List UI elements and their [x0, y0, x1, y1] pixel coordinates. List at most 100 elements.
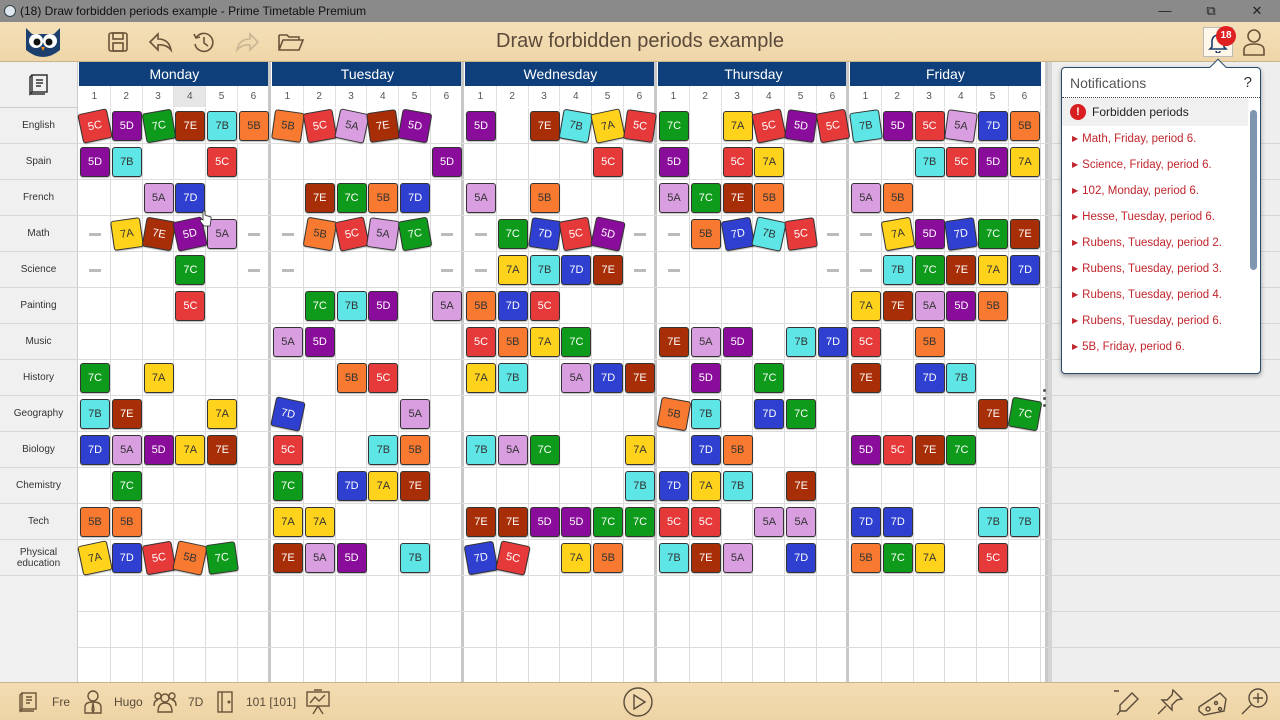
lesson-card[interactable]: 5D	[914, 219, 945, 249]
notification-item[interactable]: ▶ Math, Friday, period 6.	[1062, 126, 1260, 152]
subject-row-label[interactable]: Biology	[0, 432, 78, 468]
lesson-card[interactable]: 7D	[914, 363, 945, 393]
lesson-card[interactable]: 7E	[593, 255, 624, 285]
lesson-card[interactable]: 5D	[851, 435, 881, 465]
status-class[interactable]: 7D	[152, 691, 203, 713]
notification-item[interactable]: ▶ Science, Friday, period 6.	[1062, 152, 1260, 178]
lesson-card[interactable]: 5D	[882, 111, 913, 141]
lesson-card[interactable]: 5C	[495, 540, 531, 576]
lesson-card[interactable]: 5B	[271, 109, 305, 143]
lesson-card[interactable]: 7A	[625, 435, 655, 465]
subject-row-label[interactable]: Tech	[0, 504, 78, 540]
lesson-card[interactable]: 7E	[207, 435, 238, 465]
lesson-card[interactable]: 7A	[497, 255, 528, 285]
lesson-card[interactable]: 7B	[786, 327, 817, 357]
lesson-card[interactable]: 7D	[175, 183, 206, 213]
lesson-card[interactable]: 5A	[304, 543, 335, 573]
subjects-view-button[interactable]	[0, 62, 78, 108]
lesson-card[interactable]: 7A	[914, 543, 945, 573]
subject-row-label[interactable]: Spain	[0, 144, 78, 180]
lesson-card[interactable]: 7B	[1010, 507, 1040, 537]
lesson-card[interactable]: 5C	[273, 435, 303, 465]
period-number[interactable]: 3	[528, 86, 561, 107]
lesson-card[interactable]: 7D	[80, 435, 110, 465]
lesson-card[interactable]: 5C	[784, 217, 819, 251]
period-number[interactable]: 6	[431, 86, 463, 107]
restore-button[interactable]: ⧉	[1188, 0, 1234, 22]
lesson-card[interactable]: 5D	[336, 543, 367, 573]
lesson-card[interactable]: 7C	[593, 507, 624, 537]
subject-row-label[interactable]: History	[0, 360, 78, 396]
lesson-card[interactable]: 7D	[561, 255, 592, 285]
lesson-card[interactable]: 5C	[333, 216, 370, 252]
period-number[interactable]: 3	[142, 86, 175, 107]
lesson-card[interactable]: 7D	[400, 183, 431, 213]
lesson-card[interactable]: 7C	[978, 219, 1009, 249]
lesson-card[interactable]: 7D	[659, 471, 689, 501]
lesson-card[interactable]: 5B	[529, 183, 560, 213]
period-number[interactable]: 1	[465, 86, 497, 107]
lesson-card[interactable]: 7E	[400, 471, 431, 501]
lesson-card[interactable]: 5D	[304, 327, 335, 357]
lesson-card[interactable]: 5C	[690, 507, 721, 537]
lesson-card[interactable]: 5A	[111, 435, 142, 465]
lesson-card[interactable]: 7A	[207, 399, 238, 429]
lesson-card[interactable]: 5A	[754, 507, 785, 537]
lesson-card[interactable]: 5B	[914, 327, 945, 357]
lesson-card[interactable]: 7B	[80, 399, 110, 429]
lesson-card[interactable]: 7B	[497, 363, 528, 393]
lesson-card[interactable]: 7A	[304, 507, 335, 537]
lesson-card[interactable]: 7B	[882, 255, 913, 285]
subject-row-label[interactable]: Physical education	[0, 540, 78, 576]
lesson-card[interactable]: 7D	[754, 399, 785, 429]
lesson-card[interactable]: 5B	[466, 291, 496, 321]
lesson-card[interactable]: 7E	[366, 109, 401, 143]
lesson-card[interactable]: 5B	[80, 507, 110, 537]
play-button[interactable]	[622, 686, 654, 718]
lesson-card[interactable]: 5B	[882, 183, 913, 213]
lesson-card[interactable]: 5D	[111, 111, 142, 141]
subject-row-label[interactable]: Chemistry	[0, 468, 78, 504]
day-header-thursday[interactable]: Thursday	[658, 62, 849, 86]
lesson-card[interactable]: 7B	[336, 291, 367, 321]
lesson-card[interactable]: 7E	[111, 399, 142, 429]
lesson-card[interactable]: 7A	[368, 471, 399, 501]
lesson-card[interactable]: 5A	[722, 543, 753, 573]
lesson-card[interactable]: 5C	[559, 216, 594, 252]
cheese-button[interactable]	[1196, 687, 1228, 717]
lesson-card[interactable]: 5C	[914, 111, 945, 141]
lesson-card[interactable]: 5D	[80, 147, 110, 177]
lesson-card[interactable]: 7D	[944, 217, 979, 251]
lesson-card[interactable]: 7A	[143, 363, 174, 393]
status-teacher[interactable]: Hugo	[82, 690, 143, 714]
lesson-card[interactable]: 5B	[722, 435, 753, 465]
subject-row-label[interactable]: Geography	[0, 396, 78, 432]
period-number[interactable]: 2	[110, 86, 143, 107]
panel-splitter-handle[interactable]	[1043, 389, 1047, 407]
help-button[interactable]: ?	[1244, 68, 1252, 98]
lesson-card[interactable]: 7E	[786, 471, 817, 501]
lesson-card[interactable]: 5B	[368, 183, 399, 213]
period-number[interactable]: 3	[721, 86, 754, 107]
lesson-card[interactable]: 5C	[851, 327, 881, 357]
lesson-card[interactable]: 5C	[978, 543, 1009, 573]
lesson-card[interactable]: 7A	[175, 435, 206, 465]
lesson-card[interactable]: 7D	[720, 216, 755, 252]
lesson-card[interactable]: 5D	[722, 327, 753, 357]
period-number[interactable]: 2	[689, 86, 722, 107]
lesson-card[interactable]: 5A	[497, 435, 528, 465]
lesson-card[interactable]: 5C	[466, 327, 496, 357]
lesson-card[interactable]: 5C	[751, 108, 788, 144]
notification-item[interactable]: ▶ Rubens, Tuesday, period 3.	[1062, 256, 1260, 282]
period-number[interactable]: 3	[335, 86, 368, 107]
lesson-card[interactable]: 7B	[529, 255, 560, 285]
lesson-card[interactable]: 7E	[529, 111, 560, 141]
period-number[interactable]: 4	[367, 86, 400, 107]
period-number[interactable]: 4	[753, 86, 786, 107]
lesson-card[interactable]: 5C	[175, 291, 206, 321]
notification-item[interactable]: ▶ Rubens, Tuesday, period 2.	[1062, 230, 1260, 256]
lesson-card[interactable]: 7A	[561, 543, 592, 573]
lesson-card[interactable]: 5C	[593, 147, 624, 177]
subject-row-label[interactable]: English	[0, 108, 78, 144]
lesson-card[interactable]: 7A	[466, 363, 496, 393]
